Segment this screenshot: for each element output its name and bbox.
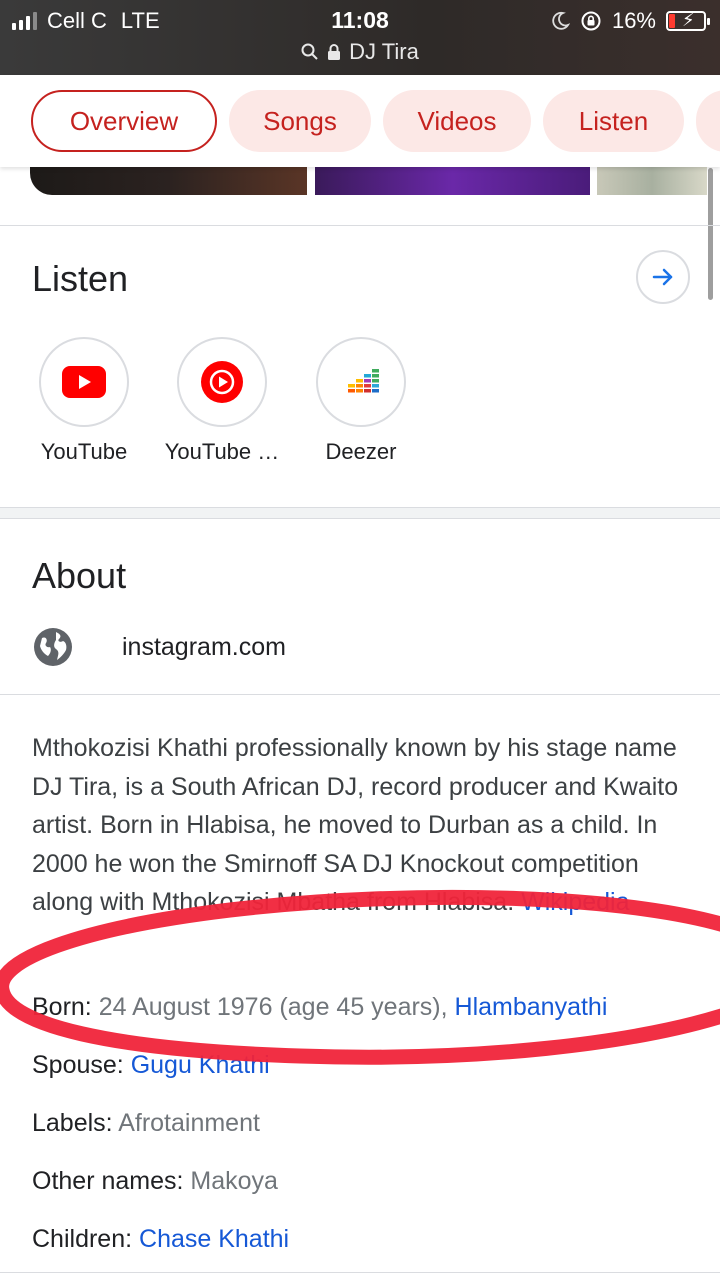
tab-songs[interactable]: Songs bbox=[229, 90, 371, 152]
status-right: 16% ⚡ bbox=[550, 8, 710, 34]
url-text: DJ Tira bbox=[349, 39, 419, 64]
fact-label: Spouse: bbox=[32, 1051, 124, 1079]
wikipedia-link[interactable]: Wikipedia bbox=[521, 888, 629, 916]
divider bbox=[0, 1272, 720, 1273]
fact-link[interactable]: Chase Khathi bbox=[139, 1225, 289, 1253]
fact-other-names: Other names: Makoya bbox=[32, 1167, 278, 1196]
fact-label: Labels: bbox=[32, 1109, 113, 1137]
fact-label: Born: bbox=[32, 993, 92, 1021]
scrollbar[interactable] bbox=[708, 168, 713, 300]
fact-link[interactable]: Gugu Khathi bbox=[131, 1051, 270, 1079]
provider-label: YouTube bbox=[40, 439, 128, 464]
website-row[interactable]: instagram.com bbox=[32, 626, 286, 668]
fact-children: Children: Chase Khathi bbox=[32, 1225, 289, 1254]
battery-icon: ⚡ bbox=[666, 10, 710, 31]
provider-youtube-circle bbox=[39, 337, 129, 427]
provider-deezer[interactable]: Deezer bbox=[301, 337, 421, 465]
fact-link[interactable]: Hlambanyathi bbox=[455, 993, 608, 1021]
youtube-icon bbox=[62, 366, 106, 398]
battery-percent: 16% bbox=[611, 8, 656, 33]
search-icon bbox=[301, 43, 318, 60]
fact-spouse: Spouse: Gugu Khathi bbox=[32, 1051, 270, 1080]
fact-born: Born: 24 August 1976 (age 45 years), Hla… bbox=[32, 993, 607, 1022]
tab-videos[interactable]: Videos bbox=[383, 90, 531, 152]
provider-label: Deezer bbox=[325, 439, 397, 464]
divider bbox=[0, 225, 720, 226]
fact-value: Makoya bbox=[190, 1167, 278, 1195]
moon-icon bbox=[552, 11, 570, 30]
provider-label: YouTube … bbox=[164, 439, 280, 464]
fact-value: 24 August 1976 (age 45 years), bbox=[98, 993, 448, 1021]
arrow-right-icon bbox=[652, 268, 673, 286]
status-bar: Cell C LTE 11:08 DJ Tira 16% ⚡ bbox=[0, 0, 720, 75]
listen-heading: Listen bbox=[32, 258, 129, 299]
tab-overview[interactable]: Overview bbox=[31, 90, 217, 152]
website-link[interactable]: instagram.com bbox=[122, 633, 286, 662]
about-heading: About bbox=[32, 555, 127, 596]
fact-labels: Labels: Afrotainment bbox=[32, 1109, 260, 1138]
about-description: Mthokozisi Khathi professionally known b… bbox=[32, 729, 692, 922]
tab-bar: Overview Songs Videos Listen bbox=[0, 75, 720, 167]
provider-deezer-circle bbox=[316, 337, 406, 427]
fact-value: Afrotainment bbox=[118, 1109, 260, 1137]
listen-more-button[interactable] bbox=[636, 250, 690, 304]
divider bbox=[0, 694, 720, 695]
deezer-icon bbox=[348, 369, 379, 393]
globe-icon bbox=[34, 628, 72, 666]
fact-label: Other names: bbox=[32, 1167, 184, 1195]
tab-more[interactable] bbox=[696, 90, 720, 152]
section-separator bbox=[0, 507, 720, 519]
provider-youtube-music[interactable]: YouTube … bbox=[162, 337, 282, 465]
provider-youtube-music-circle bbox=[177, 337, 267, 427]
address-bar[interactable]: DJ Tira bbox=[0, 39, 720, 65]
rotation-lock-icon bbox=[581, 11, 601, 31]
provider-youtube[interactable]: YouTube bbox=[24, 337, 144, 465]
tab-listen[interactable]: Listen bbox=[543, 90, 684, 152]
fact-label: Children: bbox=[32, 1225, 133, 1253]
youtube-music-icon bbox=[201, 361, 243, 403]
lock-icon bbox=[328, 44, 341, 60]
